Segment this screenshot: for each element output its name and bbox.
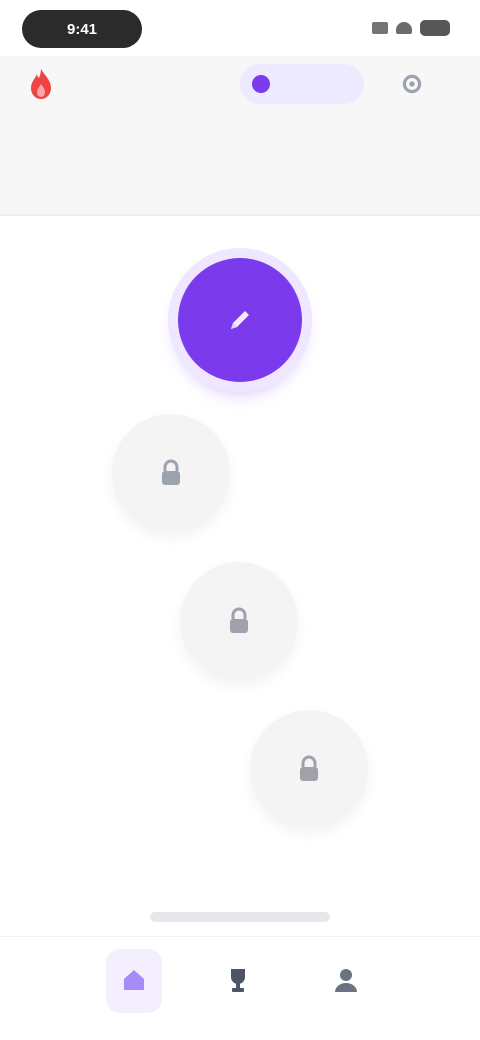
profile-icon xyxy=(335,969,357,992)
lock-icon xyxy=(230,607,248,633)
settings-button[interactable] xyxy=(396,68,428,100)
status-time: 9:41 xyxy=(22,10,142,48)
header xyxy=(0,56,480,216)
battery-icon xyxy=(420,20,450,36)
trophy-icon xyxy=(231,969,245,992)
lesson-node-locked[interactable] xyxy=(180,562,298,680)
lesson-node-locked[interactable] xyxy=(250,710,368,828)
status-bar: 9:41 xyxy=(0,0,480,56)
nav-item-profile[interactable] xyxy=(318,949,374,1013)
signal-icon xyxy=(372,22,388,34)
pro-button[interactable] xyxy=(240,64,364,104)
gem-icon xyxy=(252,75,270,93)
pencil-icon xyxy=(231,311,249,329)
header-divider xyxy=(0,214,480,216)
wifi-icon xyxy=(396,22,412,34)
flame-icon xyxy=(31,69,51,99)
section-hint-bar xyxy=(150,912,330,922)
lesson-node-active[interactable] xyxy=(178,258,302,382)
bottom-nav xyxy=(0,936,480,1040)
lock-icon xyxy=(300,755,318,781)
status-icons xyxy=(372,20,450,36)
lesson-node-locked[interactable] xyxy=(112,414,230,532)
streak-counter[interactable] xyxy=(28,68,62,100)
nav-item-home[interactable] xyxy=(106,949,162,1013)
home-icon xyxy=(124,970,144,990)
gear-icon xyxy=(402,74,422,94)
lock-icon xyxy=(162,459,180,485)
nav-item-leaderboard[interactable] xyxy=(210,949,266,1013)
